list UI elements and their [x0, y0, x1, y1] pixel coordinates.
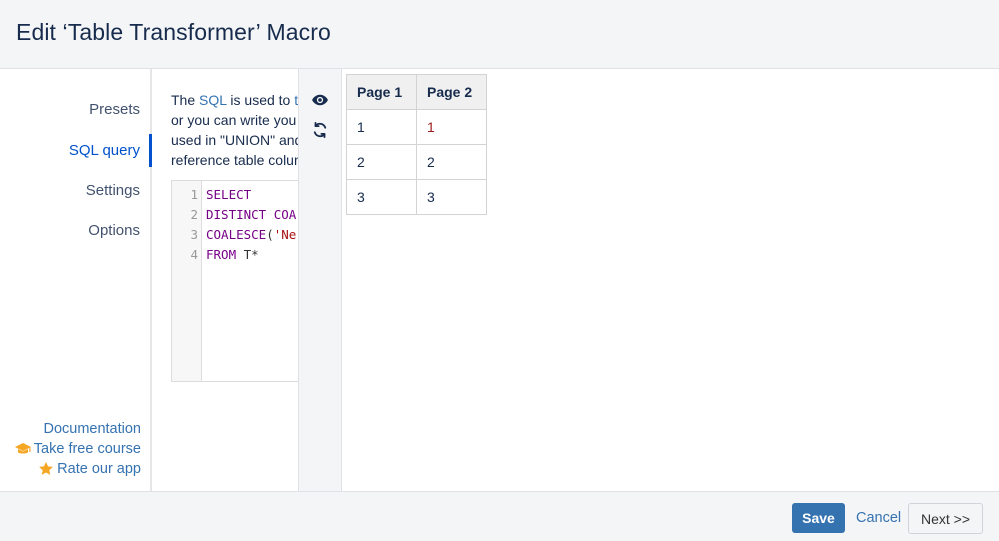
save-button[interactable]: Save: [792, 503, 845, 533]
line-number: 2: [190, 207, 198, 222]
take-free-course-link[interactable]: Take free course: [14, 439, 141, 459]
description-line: The SQL is used to tr: [171, 90, 298, 110]
column-header: Page 1: [346, 74, 417, 110]
eye-icon[interactable]: [311, 91, 329, 109]
dialog-header: Edit ‘Table Transformer’ Macro: [0, 0, 999, 69]
line-number: 3: [190, 227, 198, 242]
preview-table: Page 1 Page 2 1 1 2 2 3 3: [346, 74, 487, 215]
table-row: 2 2: [346, 144, 487, 180]
cancel-link[interactable]: Cancel: [856, 510, 901, 526]
sidebar-item-sql-query[interactable]: SQL query: [69, 142, 140, 159]
table-cell: 2: [346, 144, 417, 180]
dialog-footer: [0, 491, 999, 541]
sql-code-editor[interactable]: 1 SELECT 2 DISTINCT COA 3 COALESCE('Ne 4…: [171, 180, 299, 382]
description-line: used in "UNION" and: [171, 132, 298, 148]
dialog-title: Edit ‘Table Transformer’ Macro: [16, 19, 331, 45]
table-cell: 2: [416, 144, 487, 180]
documentation-link[interactable]: Documentation: [15, 419, 141, 439]
help-links: Documentation Take free course Rate our …: [14, 419, 141, 479]
table-row: 1 1: [346, 109, 487, 145]
table-cell: 3: [346, 179, 417, 215]
graduation-cap-icon: [14, 442, 31, 456]
description-line: reference table colum: [171, 152, 298, 168]
refresh-icon[interactable]: [311, 121, 329, 139]
column-header: Page 2: [416, 74, 487, 110]
active-tab-indicator: [149, 134, 152, 167]
table-cell: 1: [416, 109, 487, 145]
sidebar-item-options[interactable]: Options: [88, 222, 140, 239]
sidebar-item-presets[interactable]: Presets: [89, 101, 140, 118]
sidebar-item-settings[interactable]: Settings: [86, 182, 140, 199]
description-line: or you can write you: [171, 112, 297, 128]
sql-link[interactable]: SQL: [199, 92, 227, 108]
table-row: 3 3: [346, 179, 487, 215]
sidebar: Presets SQL query Settings Options Docum…: [0, 69, 152, 491]
table-cell: 3: [416, 179, 487, 215]
line-number: 4: [190, 247, 198, 262]
star-icon: [38, 461, 54, 477]
rate-our-app-link[interactable]: Rate our app: [15, 459, 141, 479]
table-cell: 1: [346, 109, 417, 145]
next-button[interactable]: Next >>: [908, 503, 983, 534]
preview-toolbar: [298, 69, 342, 491]
line-number: 1: [190, 187, 198, 202]
table-header-row: Page 1 Page 2: [346, 74, 487, 110]
sql-description: The SQL is used to tr or you can write y…: [171, 90, 298, 175]
